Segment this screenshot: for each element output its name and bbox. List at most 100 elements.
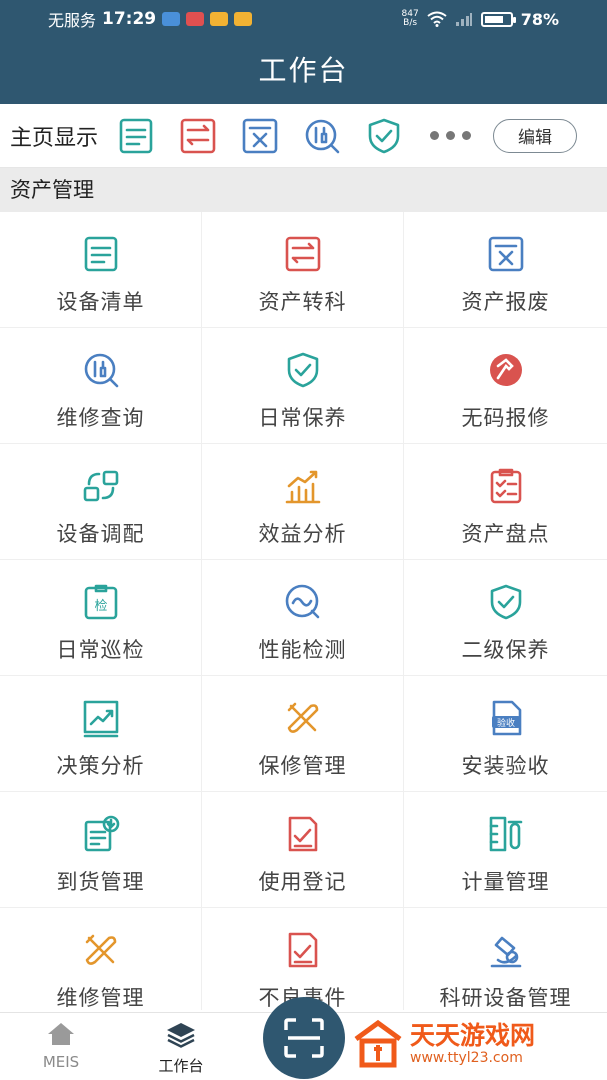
- grid-item[interactable]: 效益分析: [202, 444, 404, 560]
- microscope-icon: [485, 930, 527, 970]
- shield-check-icon: [282, 350, 324, 390]
- scan-button[interactable]: [263, 997, 345, 1079]
- grid-item[interactable]: 二级保养: [404, 560, 607, 676]
- home-display-icons: [116, 116, 404, 156]
- grid-item[interactable]: 资产盘点: [404, 444, 607, 560]
- weibo-icon: [234, 12, 253, 26]
- net-speed: 847 B/s: [401, 9, 419, 28]
- transfer-icon: [282, 234, 324, 274]
- grid-item[interactable]: 使用登记: [202, 792, 404, 908]
- line-chart-icon: [80, 698, 122, 738]
- grid-item[interactable]: 不良事件: [202, 908, 404, 1010]
- tab-meis[interactable]: MEIS: [21, 1021, 101, 1071]
- grid-item-label: 维修管理: [56, 986, 145, 1010]
- grid-item[interactable]: 保修管理: [202, 676, 404, 792]
- grid-item-label: 维修查询: [56, 406, 145, 430]
- grid-item-label: 资产盘点: [461, 522, 550, 546]
- register-icon: [282, 814, 324, 854]
- notification-app-icon: [186, 12, 205, 26]
- grid-item[interactable]: 资产转科: [202, 212, 404, 328]
- grid-item[interactable]: 检日常巡检: [0, 560, 202, 676]
- battery-icon: [480, 11, 516, 27]
- grid-item[interactable]: 验收 安装验收: [404, 676, 607, 792]
- wifi-icon: [427, 11, 447, 27]
- edit-button[interactable]: 编辑: [493, 118, 578, 153]
- grid-item[interactable]: 到货管理: [0, 792, 202, 908]
- grid-item[interactable]: 设备调配: [0, 444, 202, 560]
- acceptance-icon: 验收: [485, 698, 527, 738]
- weibo-icon: [210, 12, 229, 26]
- function-grid: 设备清单 资产转科 资产报废维修查询 日常保养 无码报修设备调配 效益分析 资产盘点检日常巡…: [0, 212, 607, 1010]
- time-text: 17:29: [102, 9, 157, 29]
- carrier-text: 无服务: [48, 11, 97, 30]
- shield-check-icon[interactable]: [364, 116, 404, 156]
- svg-text:验收: 验收: [496, 717, 514, 729]
- list-icon[interactable]: [116, 116, 156, 156]
- grid-item-label: 二级保养: [461, 638, 550, 662]
- home-display-bar: 主页显示 编辑: [0, 104, 607, 168]
- grid-item-label: 效益分析: [258, 522, 347, 546]
- grid-item-label: 资产报废: [461, 290, 550, 314]
- repair-search-icon[interactable]: [302, 116, 342, 156]
- grid-item[interactable]: 维修管理: [0, 908, 202, 1010]
- bar-trend-icon: [282, 466, 324, 506]
- status-bar: 无服务 17:29 847 B/s 78%: [0, 0, 607, 38]
- page-title: 工作台: [0, 38, 607, 104]
- tab-label: 工作台: [158, 1057, 204, 1075]
- swap-icon: [80, 466, 122, 506]
- grid-item-label: 设备清单: [56, 290, 145, 314]
- grid-item[interactable]: 性能检测: [202, 560, 404, 676]
- watermark-logo: [354, 1019, 402, 1068]
- arrival-icon: [80, 814, 122, 854]
- more-dots-icon[interactable]: [430, 131, 472, 140]
- scan-icon: [284, 1018, 324, 1058]
- grid-item-label: 日常保养: [258, 406, 347, 430]
- register-icon: [282, 930, 324, 970]
- hammer-icon: [485, 350, 527, 390]
- battery-text: 78%: [520, 9, 559, 29]
- grid-item-label: 日常巡检: [56, 638, 145, 662]
- list-icon: [80, 234, 122, 274]
- grid-item[interactable]: 资产报废: [404, 212, 607, 328]
- notification-app-icon: [162, 12, 181, 26]
- grid-item-label: 到货管理: [56, 870, 145, 894]
- grid-item[interactable]: 维修查询: [0, 328, 202, 444]
- measure-icon: [485, 814, 527, 854]
- layers-icon: [167, 1023, 195, 1048]
- grid-item-label: 科研设备管理: [439, 986, 572, 1010]
- transfer-icon[interactable]: [178, 116, 218, 156]
- grid-item[interactable]: 日常保养: [202, 328, 404, 444]
- grid-item-label: 性能检测: [258, 638, 347, 662]
- wave-icon: [282, 582, 324, 622]
- grid-item-label: 资产转科: [258, 290, 347, 314]
- grid-item[interactable]: 科研设备管理: [404, 908, 607, 1010]
- tab-label: MEIS: [42, 1053, 80, 1071]
- grid-item[interactable]: 计量管理: [404, 792, 607, 908]
- grid-item-label: 决策分析: [56, 754, 145, 778]
- signal-icon: [455, 13, 472, 26]
- grid-item[interactable]: 无码报修: [404, 328, 607, 444]
- grid-item-label: 保修管理: [258, 754, 347, 778]
- inspect-icon: 检: [80, 582, 122, 622]
- grid-item[interactable]: 设备清单: [0, 212, 202, 328]
- shield-check-icon: [485, 582, 527, 622]
- scrap-icon[interactable]: [240, 116, 280, 156]
- watermark-url: www.ttyl23.com: [410, 1050, 523, 1066]
- home-icon: [48, 1023, 74, 1045]
- repair-search-icon: [80, 350, 122, 390]
- svg-text:检: 检: [94, 599, 107, 614]
- grid-item[interactable]: 决策分析: [0, 676, 202, 792]
- tab-workbench[interactable]: 工作台: [141, 1021, 221, 1076]
- scrap-icon: [485, 234, 527, 274]
- section-title: 资产管理: [0, 168, 607, 212]
- tools-icon: [80, 930, 122, 970]
- grid-item-label: 计量管理: [461, 870, 550, 894]
- grid-item-label: 安装验收: [461, 754, 550, 778]
- home-display-label: 主页显示: [10, 125, 99, 151]
- watermark: 天天游戏网 www.ttyl23.com: [352, 1014, 572, 1074]
- clipboard-check-icon: [485, 466, 527, 506]
- watermark-name: 天天游戏网: [410, 1021, 536, 1050]
- grid-item-label: 无码报修: [461, 406, 550, 430]
- grid-item-label: 设备调配: [56, 522, 145, 546]
- tools-icon: [282, 698, 324, 738]
